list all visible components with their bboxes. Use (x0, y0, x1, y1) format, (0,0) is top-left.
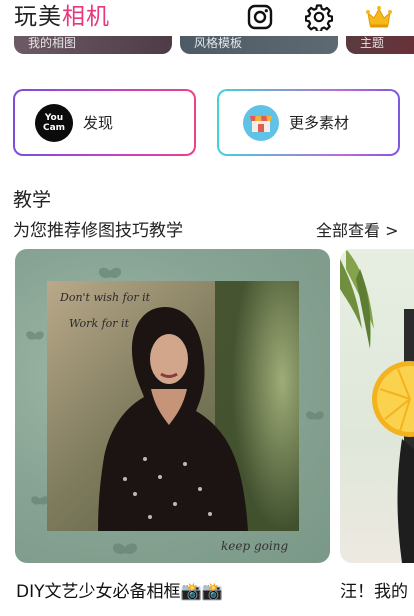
tutorial-card-1[interactable]: Don't wish for it Work for it keep going (15, 249, 330, 563)
overlay-text-2: Work for it (69, 317, 129, 330)
app-title: 玩美相机 (14, 3, 110, 31)
more-materials-button[interactable]: 更多素材 (217, 89, 400, 156)
section-title: 教学 (13, 189, 52, 211)
logo-text-1: You (44, 112, 64, 123)
top-card-2-label: 风格模板 (194, 36, 243, 50)
gear-icon[interactable] (304, 3, 334, 31)
tutorial-card-2[interactable] (340, 249, 414, 563)
instagram-icon[interactable] (245, 3, 275, 31)
tutorial-card-2-caption[interactable]: 汪！我的 (340, 577, 408, 602)
top-card-1-label: 我的相图 (28, 36, 77, 50)
top-card-2[interactable]: 风格模板 (180, 36, 338, 54)
top-card-3[interactable]: 主题 (346, 36, 414, 54)
overlay-text-3: keep going (221, 539, 289, 553)
overlay-text-1: Don't wish for it (60, 291, 151, 304)
more-materials-label: 更多素材 (289, 114, 350, 132)
see-all-link[interactable]: 全部查看 > (316, 217, 399, 241)
logo-text-2: Cam (42, 122, 66, 133)
youcam-logo-icon: You Cam (35, 103, 73, 142)
top-cards-strip: 我的相图 风格模板 主题 (0, 36, 414, 56)
store-icon (243, 104, 279, 141)
tutorial-card-1-caption[interactable]: DIY文艺少女必备相框📸📸 (16, 577, 223, 602)
discover-button[interactable]: You Cam 发现 (13, 89, 196, 156)
discover-label: 发现 (83, 114, 114, 132)
section-subtitle: 为您推荐修图技巧教学 (13, 221, 183, 241)
app-title-part1: 玩美 (14, 4, 62, 30)
crown-icon[interactable] (364, 3, 394, 31)
top-card-3-label: 主题 (360, 36, 385, 50)
tutorial-card-2-image (340, 249, 414, 563)
top-bar: 玩美相机 (0, 0, 414, 36)
top-card-1[interactable]: 我的相图 (14, 36, 172, 54)
app-title-part2: 相机 (62, 4, 110, 30)
